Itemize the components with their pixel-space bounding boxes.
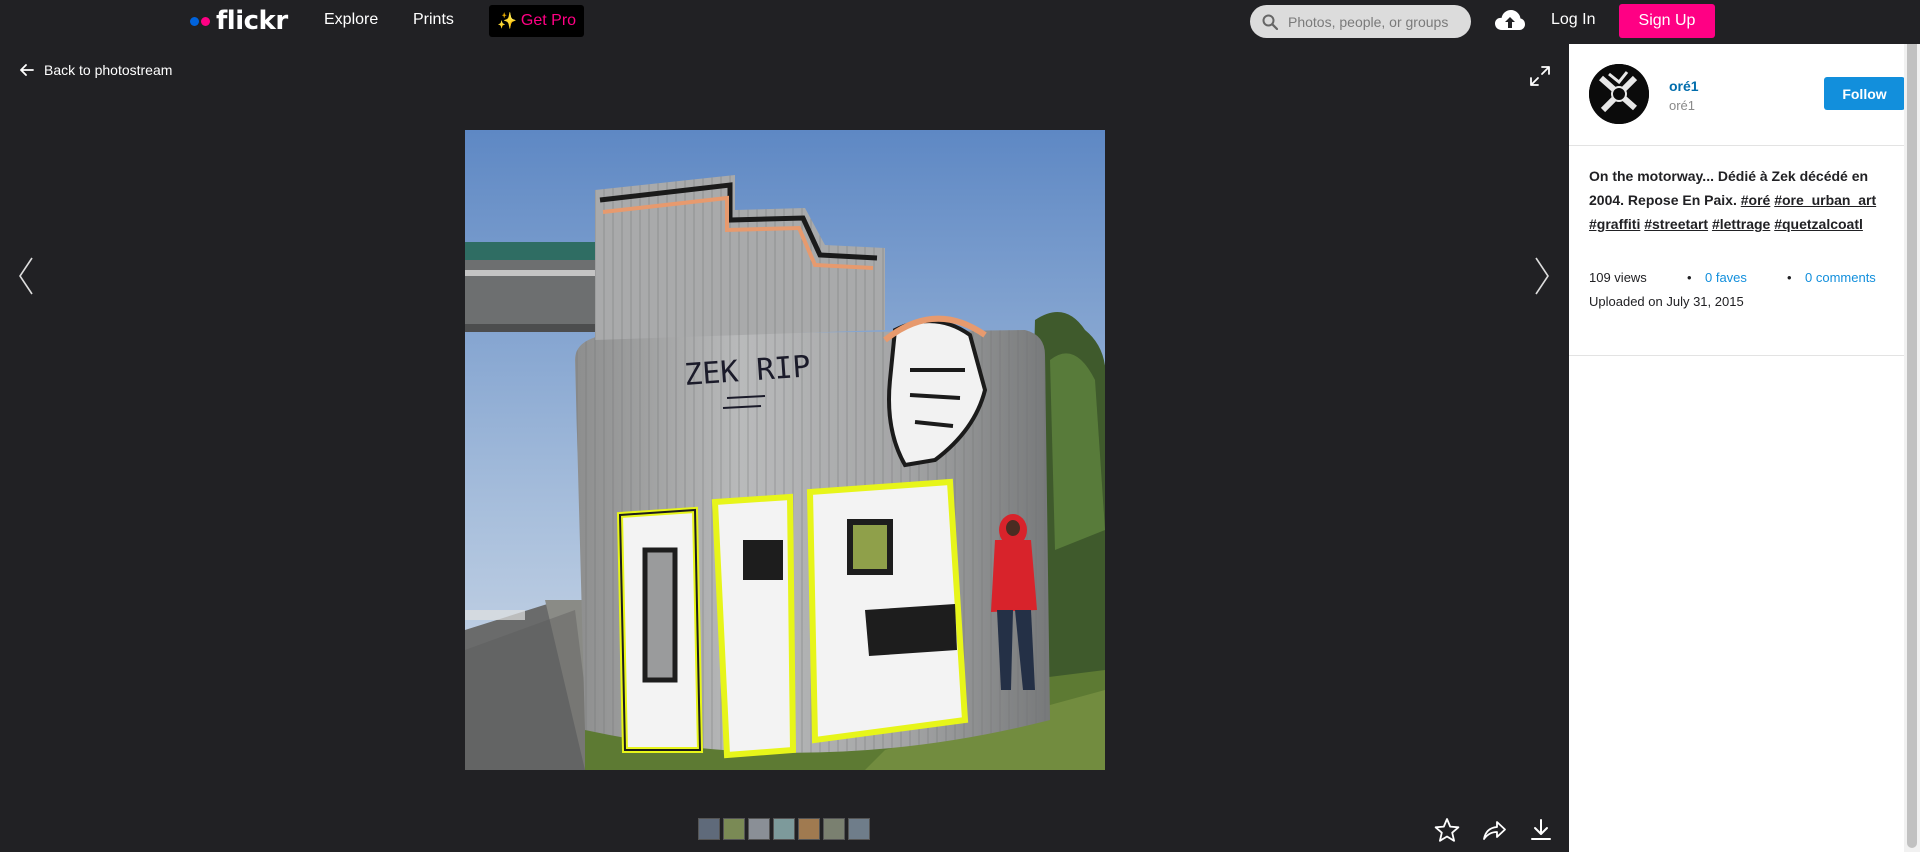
avatar[interactable] bbox=[1589, 64, 1649, 124]
log-in-link[interactable]: Log In bbox=[1551, 11, 1595, 29]
back-to-photostream-link[interactable]: Back to photostream bbox=[20, 62, 172, 78]
owner-block: oré1 oré1 Follow bbox=[1589, 64, 1905, 124]
bullet-separator: • bbox=[1787, 270, 1792, 285]
flickr-logo[interactable]: flickr bbox=[190, 6, 288, 36]
tag-link[interactable]: #streetart bbox=[1644, 216, 1708, 232]
thumbnail-strip bbox=[698, 818, 870, 840]
thumbnail[interactable] bbox=[698, 818, 720, 840]
tag-link[interactable]: #quetzalcoatl bbox=[1774, 216, 1863, 232]
divider bbox=[1569, 145, 1904, 146]
thumbnail[interactable] bbox=[723, 818, 745, 840]
views-count: 109 views bbox=[1589, 270, 1647, 285]
logo-wordmark: flickr bbox=[216, 6, 288, 36]
logo-blue-dot bbox=[190, 16, 199, 26]
star-icon[interactable] bbox=[1434, 817, 1460, 843]
cloud-upload-icon[interactable] bbox=[1494, 8, 1526, 34]
divider bbox=[1569, 355, 1904, 356]
photo-stats: 109 views • 0 faves • 0 comments bbox=[1589, 270, 1889, 285]
avatar-image bbox=[1589, 64, 1649, 124]
top-nav: flickr Explore Prints ✨ Get Pro Log In S… bbox=[0, 0, 1920, 44]
search-input[interactable] bbox=[1288, 13, 1458, 30]
faves-link[interactable]: 0 faves bbox=[1705, 270, 1787, 285]
sparkle-icon: ✨ bbox=[497, 13, 517, 30]
photo-viewer: Back to photostream ZEK RIP bbox=[0, 44, 1569, 852]
uploaded-date: Uploaded on July 31, 2015 bbox=[1589, 294, 1744, 309]
get-pro-label: Get Pro bbox=[520, 12, 577, 29]
tag-link[interactable]: #lettrage bbox=[1712, 216, 1770, 232]
thumbnail[interactable] bbox=[773, 818, 795, 840]
bullet-separator: • bbox=[1687, 270, 1692, 285]
thumbnail[interactable] bbox=[848, 818, 870, 840]
chevron-left-icon[interactable] bbox=[16, 256, 36, 296]
thumbnail[interactable] bbox=[748, 818, 770, 840]
owner-username: oré1 bbox=[1669, 98, 1696, 113]
thumbnail[interactable] bbox=[823, 818, 845, 840]
owner-name-link[interactable]: oré1 bbox=[1669, 78, 1699, 94]
main-photo: ZEK RIP bbox=[465, 130, 1105, 770]
search-box[interactable] bbox=[1250, 5, 1471, 38]
download-icon[interactable] bbox=[1528, 817, 1554, 843]
share-icon[interactable] bbox=[1481, 817, 1507, 843]
tag-link[interactable]: #graffiti bbox=[1589, 216, 1640, 232]
info-sidebar: oré1 oré1 Follow On the motorway... Dédi… bbox=[1569, 44, 1905, 852]
search-icon bbox=[1262, 14, 1278, 30]
follow-button[interactable]: Follow bbox=[1824, 77, 1905, 110]
nav-explore-link[interactable]: Explore bbox=[324, 11, 378, 29]
back-label: Back to photostream bbox=[44, 62, 173, 78]
expand-icon[interactable] bbox=[1528, 64, 1552, 88]
sign-up-button[interactable]: Sign Up bbox=[1619, 4, 1715, 38]
photo-description: On the motorway... Dédié à Zek décédé en… bbox=[1589, 164, 1889, 236]
comments-link[interactable]: 0 comments bbox=[1805, 270, 1876, 285]
arrow-left-icon bbox=[20, 64, 34, 76]
logo-pink-dot bbox=[201, 16, 210, 26]
thumbnail[interactable] bbox=[798, 818, 820, 840]
tag-link[interactable]: #oré bbox=[1741, 192, 1771, 208]
scrollbar-thumb[interactable] bbox=[1907, 2, 1917, 848]
get-pro-button[interactable]: ✨ Get Pro bbox=[489, 5, 585, 37]
chevron-right-icon[interactable] bbox=[1532, 256, 1552, 296]
tag-link[interactable]: #ore_urban_art bbox=[1774, 192, 1876, 208]
nav-prints-link[interactable]: Prints bbox=[413, 11, 454, 29]
